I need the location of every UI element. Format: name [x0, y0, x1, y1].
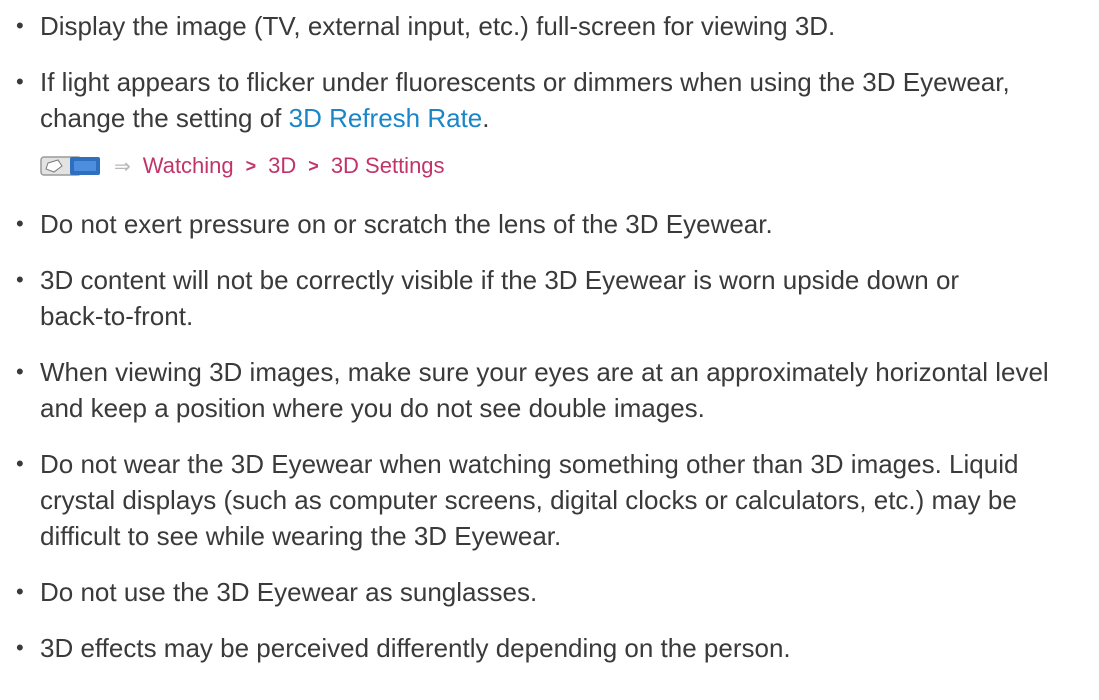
bullet-icon: • — [16, 359, 24, 384]
list-item: • If light appears to flicker under fluo… — [0, 64, 1090, 136]
arrow-right-icon: ⇒ — [114, 155, 131, 178]
item-text: 3D content will not be correctly visible… — [40, 265, 960, 331]
path-step-watching[interactable]: Watching — [143, 153, 234, 179]
bullet-icon: • — [16, 579, 24, 604]
chevron-right-icon: > — [308, 155, 319, 176]
refresh-rate-link[interactable]: 3D Refresh Rate — [289, 103, 483, 133]
list-item: • When viewing 3D images, make sure your… — [0, 354, 1090, 426]
path-step-3d-settings[interactable]: 3D Settings — [331, 153, 445, 179]
menu-path: ⇒ Watching > 3D > 3D Settings — [40, 148, 1099, 184]
menu-remote-icon — [40, 154, 102, 178]
item-text: 3D effects may be perceived differently … — [40, 633, 791, 663]
item-text: Do not use the 3D Eyewear as sunglasses. — [40, 577, 538, 607]
bullet-list: • Display the image (TV, external input,… — [0, 8, 1099, 686]
bullet-icon: • — [16, 451, 24, 476]
bullet-icon: • — [16, 69, 24, 94]
item-text: When viewing 3D images, make sure your e… — [40, 357, 1049, 423]
item-text: If light appears to flicker under fluore… — [40, 67, 1010, 133]
item-text: Display the image (TV, external input, e… — [40, 11, 836, 41]
list-item: • Do not wear the 3D Eyewear when watchi… — [0, 446, 1090, 554]
item-text: Do not wear the 3D Eyewear when watching… — [40, 449, 1019, 551]
path-step-3d[interactable]: 3D — [268, 153, 296, 179]
document-page: • Display the image (TV, external input,… — [0, 0, 1099, 700]
menu-path-row: ⇒ Watching > 3D > 3D Settings — [0, 148, 1099, 184]
bullet-icon: • — [16, 13, 24, 38]
item-text-end: . — [482, 103, 490, 133]
list-item: • Display the image (TV, external input,… — [0, 8, 1090, 44]
list-item: • Do not use the 3D Eyewear as sunglasse… — [0, 574, 1090, 610]
list-item: • Do not exert pressure on or scratch th… — [0, 206, 1090, 242]
bullet-icon: • — [16, 267, 24, 292]
chevron-right-icon: > — [245, 155, 257, 176]
list-item: • 3D content will not be correctly visib… — [0, 262, 1010, 334]
bullet-icon: • — [16, 211, 24, 236]
item-text: Do not exert pressure on or scratch the … — [40, 209, 773, 239]
bullet-icon: • — [16, 635, 24, 660]
list-item: • 3D effects may be perceived differentl… — [0, 630, 1090, 666]
